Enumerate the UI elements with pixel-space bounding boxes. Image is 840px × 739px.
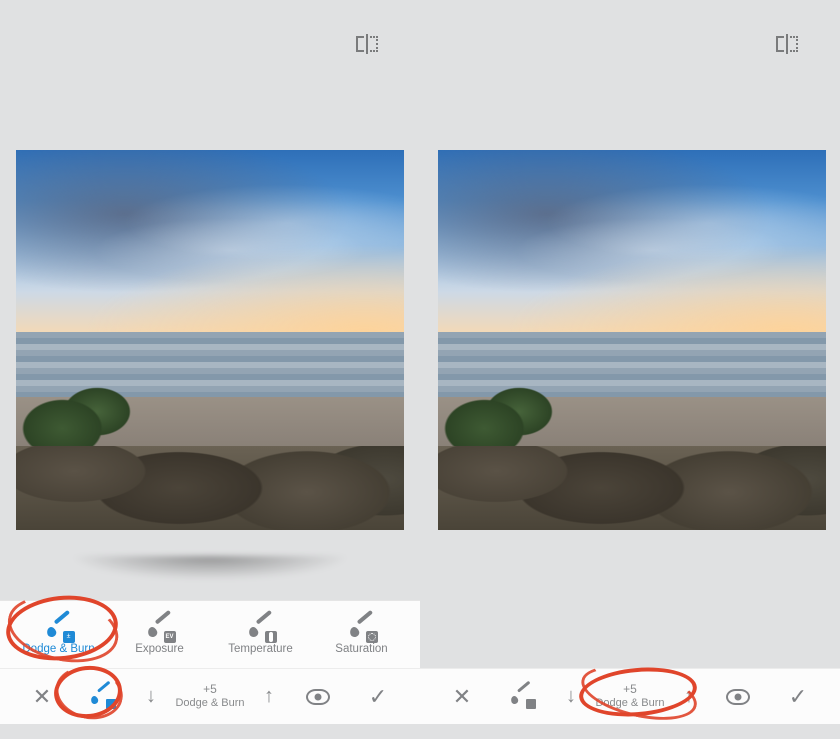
tool-label: Temperature [228, 643, 293, 655]
tool-label: Exposure [135, 643, 184, 655]
stepper-name: Dodge & Burn [595, 697, 664, 710]
brush-mode-button[interactable] [500, 675, 544, 719]
eye-icon [306, 689, 330, 705]
decrease-button[interactable]: ↓ [140, 681, 162, 712]
increase-button[interactable]: ↑ [678, 681, 700, 712]
apply-button[interactable]: ✓ [356, 675, 400, 719]
photo-canvas[interactable] [438, 150, 826, 530]
tool-saturation[interactable]: Saturation [311, 617, 412, 655]
compare-icon[interactable] [356, 34, 378, 54]
value-stepper: ↓ +5 Dodge & Burn ↑ [560, 681, 700, 712]
preview-button[interactable] [716, 675, 760, 719]
badge-plus-minus-icon: ± [63, 631, 75, 643]
editor-action-row: ✕ ↓ +5 Dodge & Burn ↑ ✓ [420, 668, 840, 724]
decrease-button[interactable]: ↓ [560, 681, 582, 712]
close-icon: ✕ [453, 686, 471, 708]
photo-canvas[interactable] [16, 150, 404, 530]
edited-photo [16, 150, 404, 530]
compare-icon[interactable] [776, 34, 798, 54]
apply-button[interactable]: ✓ [776, 675, 820, 719]
badge-saturation-icon [366, 631, 378, 643]
brush-mode-button[interactable] [80, 675, 124, 719]
stepper-value: +5 [623, 683, 637, 697]
stepper-name: Dodge & Burn [175, 697, 244, 710]
phone-screen-right: ✕ ↓ +5 Dodge & Burn ↑ ✓ [420, 0, 840, 737]
badge-plus-minus-icon [526, 699, 536, 709]
preview-button[interactable] [296, 675, 340, 719]
badge-plus-minus-icon [106, 699, 116, 709]
badge-ev-icon: EV [165, 634, 173, 640]
tool-exposure[interactable]: EV Exposure [109, 617, 210, 655]
phone-screen-left: ± Dodge & Burn EV Exposure [0, 0, 420, 737]
stepper-value: +5 [203, 683, 217, 697]
tool-temperature[interactable]: Temperature [210, 617, 311, 655]
cancel-button[interactable]: ✕ [440, 675, 484, 719]
cancel-button[interactable]: ✕ [20, 675, 64, 719]
check-icon: ✓ [369, 686, 387, 708]
increase-button[interactable]: ↑ [258, 681, 280, 712]
tool-dodge-burn[interactable]: ± Dodge & Burn [8, 617, 109, 655]
badge-thermometer-icon [265, 631, 277, 643]
check-icon: ✓ [789, 686, 807, 708]
close-icon: ✕ [33, 686, 51, 708]
value-stepper: ↓ +5 Dodge & Burn ↑ [140, 681, 280, 712]
tool-label: Dodge & Burn [22, 643, 94, 655]
tool-label: Saturation [335, 643, 387, 655]
photo-drop-shadow [12, 556, 408, 590]
brush-tool-row: ± Dodge & Burn EV Exposure [0, 600, 420, 668]
edited-photo [438, 150, 826, 530]
editor-action-row: ✕ ↓ +5 Dodge & Burn ↑ ✓ [0, 668, 420, 724]
canvas-background [420, 600, 840, 668]
eye-icon [726, 689, 750, 705]
